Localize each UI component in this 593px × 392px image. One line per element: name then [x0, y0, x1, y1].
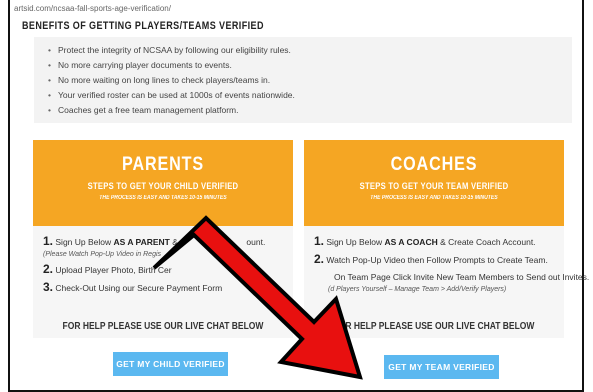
step-number: 2. [43, 262, 54, 276]
url-bar[interactable]: artsid.com/ncsaa-fall-sports-age-verific… [10, 0, 582, 20]
step-text: & Create Coach Account. [437, 237, 536, 247]
parents-note: THE PROCESS IS EASY AND TAKES 10-15 MINU… [99, 195, 227, 201]
benefit-item: No more waiting on long lines to check p… [48, 73, 558, 88]
step-number: 3. [43, 280, 54, 294]
step-text: & C [169, 237, 187, 247]
step-text: Upload Player Photo, Birth Cer [55, 265, 172, 275]
step-text: Watch Pop-Up Video then Follow Prompts t… [326, 255, 548, 265]
benefit-item: Coaches get a free team management platf… [48, 103, 558, 118]
benefits-title: BENEFITS OF GETTING PLAYERS/TEAMS VERIFI… [22, 20, 264, 32]
benefit-item: No more carrying player documents to eve… [48, 58, 558, 73]
parents-step-3: 3. Check-Out Using our Secure Payment Fo… [43, 280, 283, 294]
step-number: 1. [43, 234, 54, 248]
benefit-item: Protect the integrity of NCSAA by follow… [48, 43, 558, 58]
get-child-verified-button[interactable]: GET MY CHILD VERIFIED [113, 352, 228, 376]
step-number: 1. [314, 234, 325, 248]
parents-step-1: 1. Sign Up Below AS A PARENT & C ount. [43, 234, 283, 248]
step-number: 2. [314, 252, 325, 266]
step-text: On Team Page Click Invite New Team Membe… [334, 272, 590, 282]
step-text: ount. [246, 237, 266, 247]
parents-subtitle: STEPS TO GET YOUR CHILD VERIFIED [87, 181, 239, 191]
parents-header: PARENTS STEPS TO GET YOUR CHILD VERIFIED… [33, 140, 293, 226]
benefit-item: Your verified roster can be used at 1000… [48, 88, 558, 103]
parents-step-2: 2. Upload Player Photo, Birth Cer [43, 262, 283, 276]
get-team-verified-button[interactable]: GET MY TEAM VERIFIED [384, 355, 499, 379]
coaches-subtitle: STEPS TO GET YOUR TEAM VERIFIED [359, 181, 509, 191]
coaches-help-text: FOR HELP PLEASE USE OUR LIVE CHAT BELOW [333, 321, 535, 332]
coaches-steps: 1. Sign Up Below AS A COACH & Create Coa… [304, 226, 589, 293]
parents-title: PARENTS [122, 154, 204, 175]
coaches-step-3: On Team Page Click Invite New Team Membe… [314, 272, 589, 283]
coaches-note: THE PROCESS IS EASY AND TAKES 10-15 MINU… [370, 195, 498, 201]
step-bold: AS A COACH [384, 237, 438, 247]
coaches-step-3-note: (d Players Yourself – Manage Team > Add/… [328, 286, 507, 293]
coaches-panel: COACHES STEPS TO GET YOUR TEAM VERIFIED … [304, 140, 589, 338]
step-text: Sign Up Below [55, 237, 114, 247]
benefits-box: Protect the integrity of NCSAA by follow… [34, 37, 572, 123]
step-text: Sign Up Below [326, 237, 385, 247]
coaches-header: COACHES STEPS TO GET YOUR TEAM VERIFIED … [304, 140, 564, 226]
coaches-step-1: 1. Sign Up Below AS A COACH & Create Coa… [314, 234, 554, 248]
coaches-title: COACHES [390, 154, 478, 175]
step-text: Check-Out Using our Secure Payment Form [55, 283, 223, 293]
parents-step-1-note: (Please Watch Pop-Up Video in Regis [43, 251, 162, 258]
coaches-step-2: 2. Watch Pop-Up Video then Follow Prompt… [314, 252, 554, 266]
step-bold: AS A PARENT [113, 237, 170, 247]
parents-steps: 1. Sign Up Below AS A PARENT & C ount. (P… [33, 226, 293, 294]
benefits-list: Protect the integrity of NCSAA by follow… [48, 43, 558, 118]
parents-help-text: FOR HELP PLEASE USE OUR LIVE CHAT BELOW [62, 321, 264, 332]
parents-panel: PARENTS STEPS TO GET YOUR CHILD VERIFIED… [33, 140, 293, 338]
